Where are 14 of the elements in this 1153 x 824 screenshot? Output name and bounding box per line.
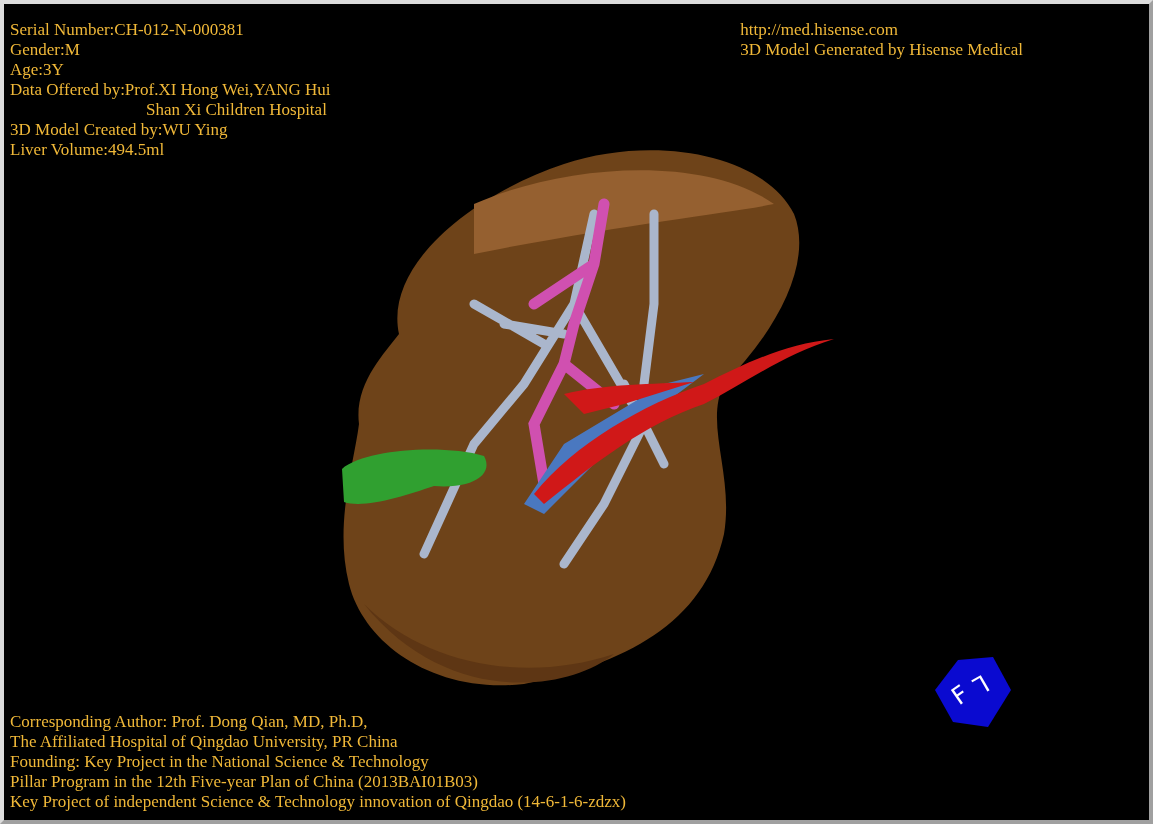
credit-text: Key Project of independent Science & Technology innovation of Qingdao (14-6-1-6-zdzx) [10,792,626,812]
credit-text: Corresponding Author: Prof. Dong Qian, MD, Ph.D, [10,712,368,732]
info-text: Data Offered by:Prof.XI Hong Wei,YANG Hui [10,80,331,100]
info-text: 3D Model Generated by Hisense Medical [740,40,1023,60]
credit-text: Pillar Program in the 12th Five-year Plan of China (2013BAI01B03) [10,772,478,792]
credit-text: Founding: Key Project in the National Science & Technology [10,752,429,772]
info-text: Liver Volume:494.5ml [10,140,165,160]
info-text: Age:3Y [10,60,64,80]
info-text: Shan Xi Children Hospital [146,100,327,120]
info-text: Serial Number:CH-012-N-000381 [10,20,244,40]
credit-text: The Affiliated Hospital of Qingdao University, PR China [10,732,398,752]
info-text: Gender:M [10,40,80,60]
website-link[interactable]: http://med.hisense.com [740,20,898,40]
info-text: 3D Model Created by:WU Ying [10,120,228,140]
